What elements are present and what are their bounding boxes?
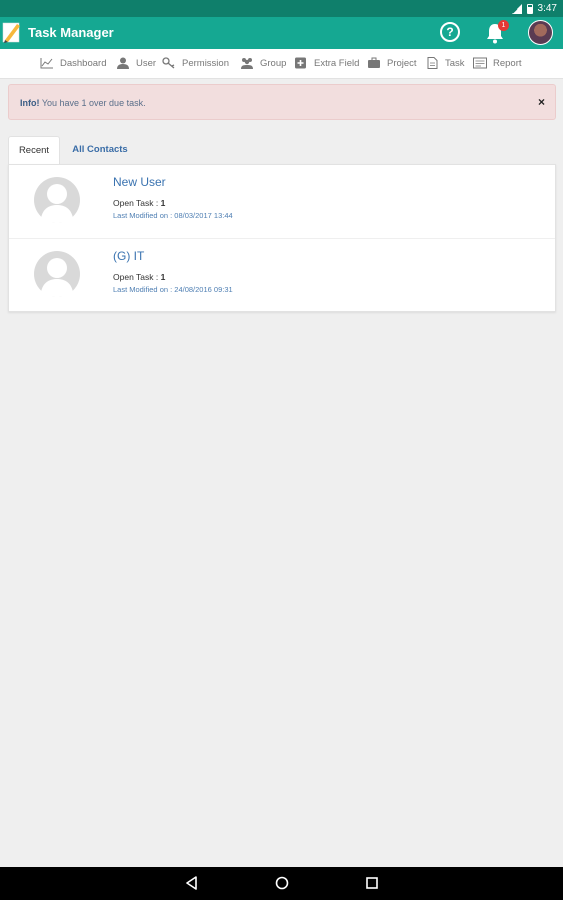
nav-bar: Dashboard User Permission Group Extra Fi…: [0, 49, 563, 79]
nav-item-label: Dashboard: [60, 57, 107, 69]
contact-list: New User Open Task : 1 Last Modified on …: [8, 164, 556, 312]
key-icon: [162, 57, 175, 69]
open-task-value: 1: [160, 272, 166, 282]
contact-name[interactable]: (G) IT: [113, 249, 144, 263]
nav-item-label: Project: [387, 57, 417, 69]
nav-item-extra-field[interactable]: Extra Field: [294, 57, 359, 69]
alert-message: You have 1 over due task.: [39, 98, 146, 108]
tab-all-contacts[interactable]: All Contacts: [62, 136, 138, 164]
open-task-count: Open Task : 1: [113, 272, 165, 282]
open-task-label: Open Task :: [113, 272, 161, 282]
nav-item-user[interactable]: User: [116, 57, 156, 69]
status-icons: 3:47: [511, 3, 557, 14]
list-item[interactable]: (G) IT Open Task : 1 Last Modified on : …: [9, 239, 555, 313]
plus-square-icon: [295, 57, 306, 69]
status-time: 3:47: [537, 3, 557, 14]
back-icon[interactable]: [184, 875, 200, 891]
signal-icon: [511, 3, 522, 14]
file-icon: [427, 57, 438, 69]
last-modified: Last Modified on : 08/03/2017 13:44: [113, 211, 233, 220]
status-bar: 3:47: [0, 0, 563, 17]
android-nav-bar: [0, 867, 563, 900]
alert-text: Info! You have 1 over due task.: [20, 98, 146, 108]
nav-item-group[interactable]: Group: [240, 57, 286, 69]
notification-badge: 1: [498, 20, 509, 31]
list-item[interactable]: New User Open Task : 1 Last Modified on …: [9, 165, 555, 239]
user-avatar[interactable]: [528, 20, 553, 45]
group-icon: [241, 58, 253, 69]
open-task-count: Open Task : 1: [113, 198, 165, 208]
nav-item-task[interactable]: Task: [425, 57, 465, 69]
last-modified: Last Modified on : 24/08/2016 09:31: [113, 285, 233, 294]
nav-item-label: Group: [260, 57, 287, 69]
nav-item-report[interactable]: Report: [473, 57, 522, 69]
app-title: Task Manager: [28, 25, 114, 40]
nav-item-label: Extra Field: [314, 57, 360, 69]
alert-title: Info!: [20, 98, 40, 108]
nav-item-permission[interactable]: Permission: [162, 57, 229, 69]
alert-close-button[interactable]: ×: [538, 95, 545, 109]
default-avatar-icon: [34, 177, 80, 223]
line-chart-icon: [40, 58, 53, 69]
contact-name[interactable]: New User: [113, 175, 166, 189]
report-icon: [473, 57, 487, 69]
nav-item-dashboard[interactable]: Dashboard: [40, 57, 106, 69]
tab-recent[interactable]: Recent: [8, 136, 60, 164]
open-task-label: Open Task :: [113, 198, 161, 208]
info-alert: Info! You have 1 over due task. ×: [8, 84, 556, 120]
nav-item-label: User: [136, 57, 157, 69]
home-icon[interactable]: [274, 875, 290, 891]
nav-item-label: Report: [493, 57, 522, 69]
help-button[interactable]: ?: [440, 22, 460, 42]
nav-item-label: Task: [445, 57, 465, 69]
app-logo-icon: [2, 22, 20, 43]
briefcase-icon: [368, 57, 380, 68]
default-avatar-icon: [34, 251, 80, 297]
nav-item-label: Permission: [182, 57, 229, 69]
recents-icon[interactable]: [364, 875, 380, 891]
app-bar: Task Manager ? 1: [0, 17, 563, 49]
open-task-value: 1: [160, 198, 166, 208]
battery-icon: [526, 3, 533, 14]
nav-item-project[interactable]: Project: [367, 57, 417, 69]
user-icon: [117, 57, 129, 69]
